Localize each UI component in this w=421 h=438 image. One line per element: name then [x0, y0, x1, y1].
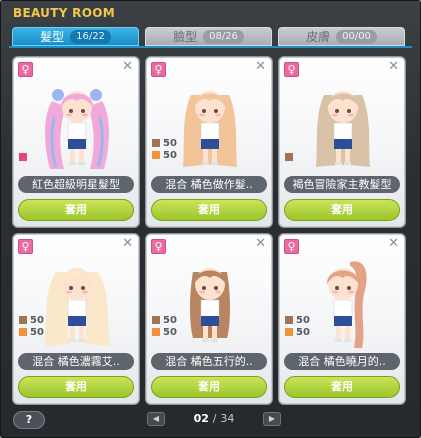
close-icon[interactable]: ✕: [122, 236, 133, 251]
style-card[interactable]: ♀ ✕ 褐色冒險家主教髮型 套用: [278, 56, 406, 228]
tab-skin[interactable]: 皮膚 00/00: [278, 27, 405, 46]
page-total: 34: [220, 412, 235, 425]
female-icon: ♀: [151, 239, 166, 254]
color-mix-percent: 50: [163, 149, 177, 161]
style-card[interactable]: ♀ ✕ 50 50 混合 橘色做作髮.. 套用: [145, 56, 273, 228]
color-swatch: [152, 139, 160, 147]
color-swatch: [19, 153, 27, 161]
pagination: ◀ 02 / 34 ▶: [147, 412, 281, 428]
color-mix-row: 50: [285, 314, 310, 326]
color-swatch: [19, 316, 27, 324]
tab-label: 臉型: [173, 30, 198, 44]
color-mix-percent: 50: [163, 326, 177, 338]
prev-page-button[interactable]: ◀: [147, 412, 165, 426]
color-swatch: [152, 316, 160, 324]
tab-label: 皮膚: [306, 30, 331, 44]
close-icon[interactable]: ✕: [388, 236, 399, 251]
character-preview: [326, 261, 367, 348]
color-mix-percent: 50: [30, 314, 44, 326]
color-mix-percent: 50: [163, 137, 177, 149]
style-name: 混合 橘色曉月的..: [284, 353, 400, 370]
character-preview: [190, 268, 230, 342]
tab-hair[interactable]: 髮型 16/22: [12, 27, 139, 46]
style-card[interactable]: ♀ ✕ 50 50 混合 橘色曉月的.. 套用: [278, 233, 406, 405]
style-name: 紅色超級明星髮型: [18, 176, 134, 193]
color-mix: 50 50: [152, 314, 177, 338]
character-preview: [316, 91, 370, 167]
style-name: 混合 橘色五行的..: [151, 353, 267, 370]
color-swatch: [152, 151, 160, 159]
color-mix: 50 50: [152, 137, 177, 161]
female-icon: ♀: [284, 62, 299, 77]
female-icon: ♀: [284, 239, 299, 254]
color-mix-row: 50: [19, 326, 44, 338]
tab-face[interactable]: 臉型 08/26: [145, 27, 272, 46]
style-name: 混合 橘色做作髮..: [151, 176, 267, 193]
apply-button[interactable]: 套用: [284, 199, 400, 221]
style-card[interactable]: ♀ ✕ 50 50 混合 橘色濃霧艾.. 套用: [12, 233, 140, 405]
close-icon[interactable]: ✕: [255, 236, 266, 251]
style-card[interactable]: ♀ ✕ 紅色超級明星髮型 套用: [12, 56, 140, 228]
tab-underline: [9, 46, 412, 48]
character-preview: [45, 89, 109, 169]
color-mix-percent: 50: [296, 314, 310, 326]
tab-label: 髮型: [40, 30, 65, 44]
character-preview: [44, 268, 110, 346]
close-icon[interactable]: ✕: [388, 59, 399, 74]
tab-count: 00/00: [336, 29, 377, 44]
color-mix-percent: 50: [296, 326, 310, 338]
female-icon: ♀: [18, 62, 33, 77]
color-mix-percent: 50: [163, 314, 177, 326]
color-mix-row: 50: [285, 326, 310, 338]
tab-count: 16/22: [70, 29, 111, 44]
help-button[interactable]: ?: [13, 411, 45, 429]
apply-button[interactable]: 套用: [151, 376, 267, 398]
next-page-button[interactable]: ▶: [263, 412, 281, 426]
style-name: 褐色冒險家主教髮型: [284, 176, 400, 193]
color-swatch: [285, 328, 293, 336]
apply-button[interactable]: 套用: [151, 199, 267, 221]
close-icon[interactable]: ✕: [122, 59, 133, 74]
female-icon: ♀: [18, 239, 33, 254]
color-swatch: [285, 316, 293, 324]
apply-button[interactable]: 套用: [284, 376, 400, 398]
color-mix-percent: 50: [30, 326, 44, 338]
color-swatch: [19, 328, 27, 336]
tab-count: 08/26: [203, 29, 244, 44]
character-preview: [183, 91, 237, 167]
color-mix-row: 50: [152, 137, 177, 149]
color-mix: 50 50: [19, 314, 44, 338]
color-mix-row: 50: [19, 314, 44, 326]
apply-button[interactable]: 套用: [18, 199, 134, 221]
page-separator: /: [212, 412, 217, 425]
color-mix: 50 50: [285, 314, 310, 338]
color-mix-row: 50: [152, 326, 177, 338]
color-mix-row: 50: [152, 149, 177, 161]
beauty-room-window: BEAUTY ROOM 髮型 16/22 臉型 08/26 皮膚 00/00 ♀…: [0, 0, 421, 438]
style-card[interactable]: ♀ ✕ 50 50 混合 橘色五行的.. 套用: [145, 233, 273, 405]
color-swatch: [285, 153, 293, 161]
style-name: 混合 橘色濃霧艾..: [18, 353, 134, 370]
female-icon: ♀: [151, 62, 166, 77]
page-current: 02: [193, 412, 209, 425]
color-mix-row: 50: [152, 314, 177, 326]
page-indicator: 02 / 34: [184, 412, 244, 425]
close-icon[interactable]: ✕: [255, 59, 266, 74]
apply-button[interactable]: 套用: [18, 376, 134, 398]
color-swatch: [152, 328, 160, 336]
window-title: BEAUTY ROOM: [13, 6, 115, 20]
